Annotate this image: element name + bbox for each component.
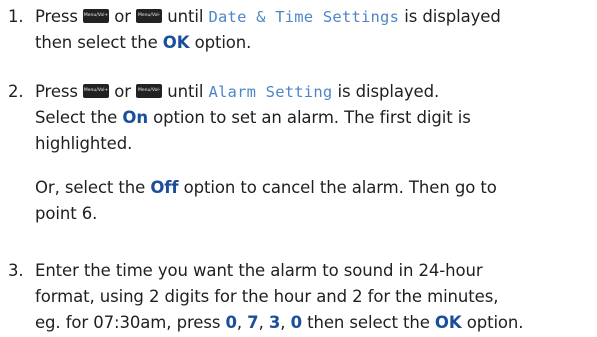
lcd-alarm-setting: Alarm Setting: [208, 83, 333, 101]
lcd-date-time-settings: Date & Time Settings: [208, 8, 400, 26]
step-number: 3.: [8, 261, 24, 280]
step-number: 1.: [8, 7, 24, 26]
ok-option-label: OK: [162, 33, 190, 52]
on-option-label: On: [122, 108, 148, 127]
menu-vol-minus-key-icon: Menu/Vol-: [136, 84, 163, 98]
off-option-label: Off: [150, 178, 179, 197]
digit-key-0: 0: [225, 313, 237, 332]
step-number: 2.: [8, 82, 24, 101]
menu-vol-minus-key-icon: Menu/Vol-: [136, 9, 163, 23]
instruction-page: 1. Press Menu/Vol+ or Menu/Vol- until Da…: [0, 0, 597, 337]
menu-vol-plus-key-icon: Menu/Vol+: [83, 9, 110, 23]
step-1-text: Press Menu/Vol+ or Menu/Vol- until Date …: [35, 7, 501, 52]
step-3-text: Enter the time you want the alarm to sou…: [35, 261, 524, 332]
ok-option-label: OK: [434, 313, 462, 332]
digit-key-7: 7: [247, 313, 259, 332]
menu-vol-plus-key-icon: Menu/Vol+: [83, 84, 110, 98]
digit-key-3: 3: [268, 313, 281, 332]
step-2-off-text: Or, select the Off option to cancel the …: [35, 178, 497, 223]
digit-key-0b: 0: [290, 313, 302, 332]
step-2-text: Press Menu/Vol+ or Menu/Vol- until Alarm…: [35, 82, 471, 153]
